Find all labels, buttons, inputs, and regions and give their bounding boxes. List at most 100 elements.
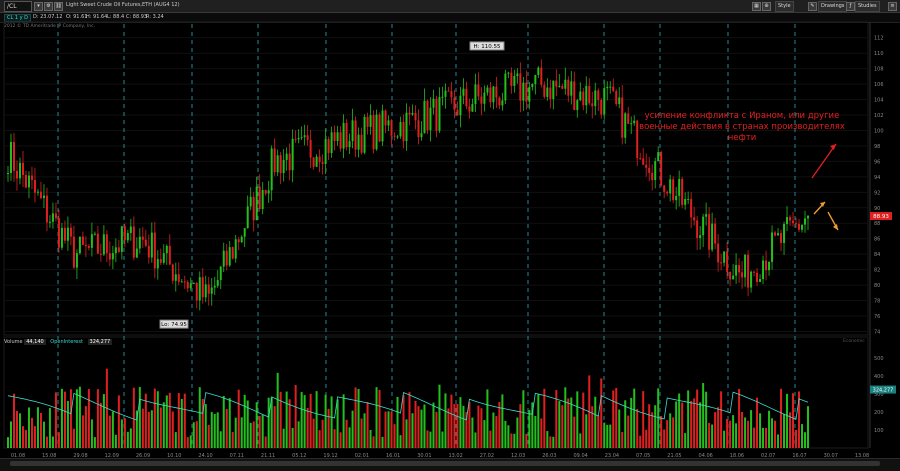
volume-bar xyxy=(558,401,561,448)
candle-body xyxy=(522,82,525,101)
price-axis-tick: 102 xyxy=(874,113,884,119)
volume-bar xyxy=(678,393,681,448)
volume-bar xyxy=(459,397,462,448)
volume-bar xyxy=(375,387,378,448)
volume-bar xyxy=(96,389,99,448)
volume-bar xyxy=(642,391,645,448)
candle-body xyxy=(207,284,210,294)
candle-body xyxy=(639,158,642,160)
volume-bar xyxy=(804,432,807,448)
economic-label[interactable]: Economic xyxy=(843,339,865,344)
volume-bar xyxy=(741,411,744,448)
candle-body xyxy=(78,236,81,254)
candle-body xyxy=(81,236,84,245)
candle-body xyxy=(54,213,57,219)
candle-body xyxy=(351,120,354,142)
volume-bar xyxy=(717,407,720,448)
volume-bar xyxy=(777,434,780,448)
volume-bar xyxy=(606,424,609,448)
volume-bar xyxy=(267,397,270,448)
volume-bar xyxy=(285,391,288,448)
candle-body xyxy=(501,100,504,106)
volume-bar xyxy=(24,430,27,448)
volume-bar xyxy=(663,429,666,448)
volume-bar xyxy=(288,399,291,448)
volume-bar xyxy=(549,436,552,448)
candle-body xyxy=(741,272,744,278)
candle-body xyxy=(447,90,450,92)
candle-body xyxy=(795,223,798,225)
candle-body xyxy=(348,141,351,148)
volume-bar xyxy=(393,424,396,448)
volume-bar xyxy=(675,401,678,448)
volume-bar xyxy=(141,408,144,448)
volume-bar xyxy=(360,418,363,448)
candle-body xyxy=(708,214,711,250)
candle-body xyxy=(309,139,312,158)
price-axis-tick: 108 xyxy=(874,67,884,73)
candle-body xyxy=(21,162,24,175)
candle-body xyxy=(66,227,69,241)
volume-bar xyxy=(123,418,126,448)
candle-body xyxy=(291,138,294,171)
volume-bar xyxy=(690,400,693,448)
candle-body xyxy=(546,87,549,97)
volume-bar xyxy=(138,386,141,448)
volume-bar xyxy=(612,390,615,448)
candle-body xyxy=(282,159,285,174)
candle-body xyxy=(189,283,192,289)
volume-bar xyxy=(801,424,804,448)
volume-bar xyxy=(72,428,75,448)
volume-bar xyxy=(177,393,180,448)
candle-body xyxy=(24,174,27,188)
volume-bar xyxy=(543,388,546,448)
volume-bar xyxy=(300,392,303,448)
volume-bar xyxy=(348,427,351,448)
volume-bar xyxy=(546,431,549,448)
candle-body xyxy=(60,227,63,248)
candle-body xyxy=(789,217,792,221)
price-axis-tick: 76 xyxy=(874,314,880,320)
candle-body xyxy=(27,175,30,188)
candle-body xyxy=(429,107,432,131)
candle-body xyxy=(63,227,66,241)
candle-body xyxy=(249,196,252,207)
volume-bar xyxy=(432,402,435,448)
candle-body xyxy=(651,172,654,181)
candle-body xyxy=(7,172,9,174)
volume-bar xyxy=(93,437,96,448)
volume-bar xyxy=(789,412,792,448)
volume-bar xyxy=(528,410,531,448)
candle-body xyxy=(69,227,72,237)
volume-bar xyxy=(381,436,384,448)
price-axis-tick: 88 xyxy=(874,221,880,227)
candle-body xyxy=(336,132,339,141)
candle-body xyxy=(84,244,87,246)
volume-bar xyxy=(633,388,636,448)
volume-bar xyxy=(69,389,72,448)
scroll-thumb[interactable] xyxy=(10,461,880,466)
candle-body xyxy=(468,106,471,112)
candle-body xyxy=(177,274,180,282)
volume-bar xyxy=(480,408,483,448)
volume-bar xyxy=(483,420,486,448)
volume-bar xyxy=(258,415,261,448)
candle-body xyxy=(750,271,753,288)
candle-body xyxy=(528,86,531,102)
open-interest-value: 324,277 xyxy=(87,339,113,345)
price-chart[interactable]: 112 110 108 106 104 102 100 98 96 94 92 90 88 86 84 82 8… xyxy=(0,0,900,470)
candle-body xyxy=(600,100,603,115)
volume-bar xyxy=(441,431,444,448)
price-axis-tick: 112 xyxy=(874,36,884,42)
volume-bar xyxy=(57,432,60,448)
candle-body xyxy=(243,228,246,237)
candle-body xyxy=(777,233,780,236)
candle-body xyxy=(183,281,186,283)
volume-bar xyxy=(405,419,408,448)
volume-bar xyxy=(357,389,360,448)
candle-body xyxy=(513,75,516,86)
volume-bar xyxy=(189,435,192,448)
volume-bar xyxy=(114,434,117,448)
candle-body xyxy=(39,191,42,199)
volume-bar xyxy=(735,423,738,448)
